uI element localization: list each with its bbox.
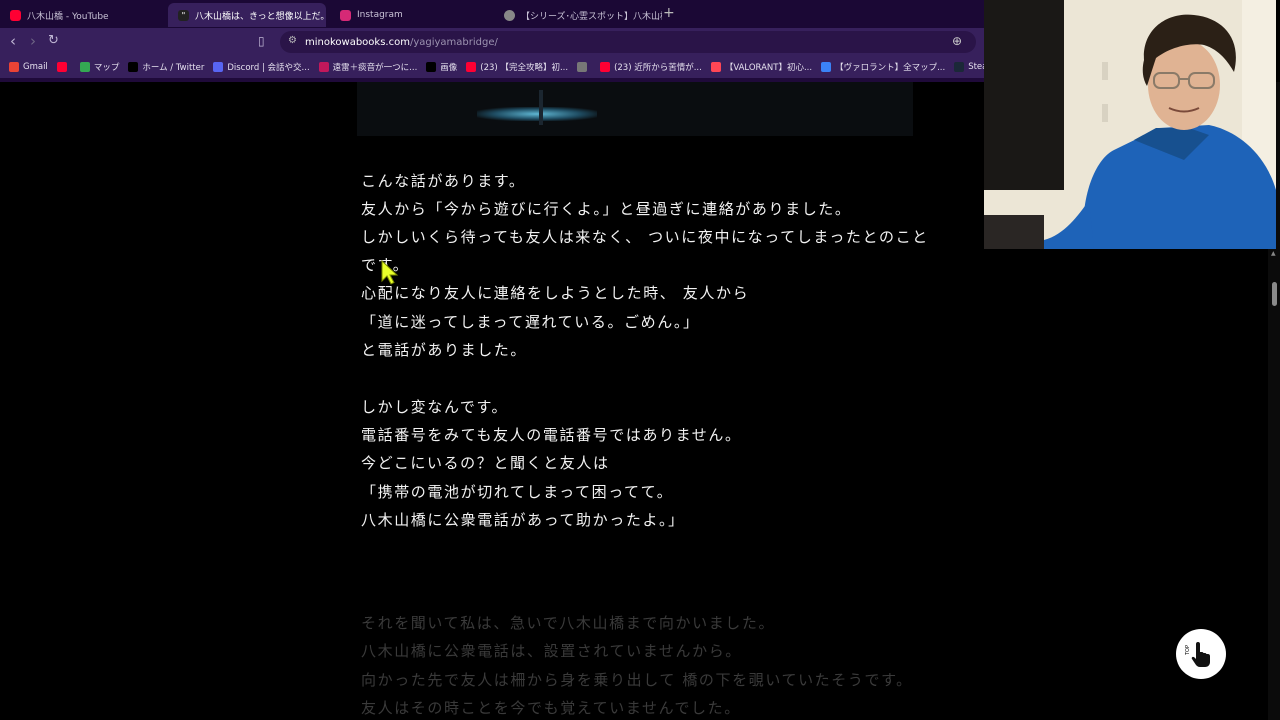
tab-title: Instagram: [357, 10, 403, 20]
story-line: 今どこにいるの？と聞くと友人は: [361, 454, 610, 472]
site-favicon-icon: ": [178, 9, 189, 21]
bookmark-label: Discord | 会話や交...: [227, 63, 310, 73]
bookmark-item[interactable]: 画像: [426, 61, 457, 73]
bookmark-item[interactable]: マップ: [79, 61, 120, 73]
gmail-icon: [9, 62, 19, 72]
story-line: しかし変なんです。: [361, 398, 509, 416]
bookmark-item[interactable]: Discord | 会話や交...: [213, 61, 310, 73]
tab-article[interactable]: " 八木山橋は、きっと想像以上だ。 ✕: [168, 3, 326, 27]
story-line: 心配になり友人に連絡をしようとした時、 友人から: [361, 284, 750, 302]
reload-icon[interactable]: ↻: [48, 33, 59, 48]
valorant-site-icon: [821, 62, 832, 72]
bookmark-label: (23) 【完全攻略】初...: [480, 63, 569, 73]
bookmark-item[interactable]: 【VALORANT】初心...: [710, 61, 813, 73]
scroll-to-top-button[interactable]: TOP: [1176, 629, 1226, 679]
x-icon: [426, 62, 437, 72]
zoom-icon[interactable]: ⊕: [952, 34, 962, 48]
tab-title: 八木山橋 - YouTube: [27, 11, 109, 22]
address-bar[interactable]: ⚙ minokowabooks.com /yagiyamabridge/ ⊕: [280, 31, 976, 53]
bookmark-icon: [318, 62, 329, 72]
story-line: 電話番号をみても友人の電話番号ではありません。: [361, 426, 742, 444]
instagram-icon: [340, 9, 351, 21]
bookmark-item[interactable]: [577, 62, 591, 72]
valorant-icon: [710, 62, 721, 72]
youtube-icon: [10, 9, 21, 21]
browser-chrome: 八木山橋 - YouTube " 八木山橋は、きっと想像以上だ。 ✕ Insta…: [0, 0, 1082, 82]
bookmark-label: 【ヴァロラント】全マップ...: [835, 63, 946, 73]
hero-light: [477, 107, 597, 121]
webcam-person-image: [984, 0, 1276, 249]
tab-youtube[interactable]: 八木山橋 - YouTube: [0, 3, 168, 27]
bookmark-item[interactable]: 遠雷＋痰音が一つに...: [318, 61, 418, 73]
story-line-faded: それを聞いて私は、急いで八木山橋まで向かいました。: [361, 614, 776, 632]
bookmark-star-icon[interactable]: ▯: [258, 34, 265, 48]
story-line: と電話がありました。: [361, 341, 528, 359]
youtube-icon: [466, 62, 477, 72]
tab-strip: 八木山橋 - YouTube " 八木山橋は、きっと想像以上だ。 ✕ Insta…: [0, 0, 984, 28]
bookmark-item[interactable]: ホーム / Twitter: [128, 61, 204, 73]
back-icon[interactable]: ‹: [10, 32, 16, 50]
scroll-top-label: TOP: [1185, 644, 1192, 656]
x-icon: [128, 62, 139, 72]
hero-image: [357, 82, 913, 136]
story-line: 八木山橋に公衆電話があって助かったよ。」: [361, 511, 685, 529]
bookmark-label: 遠雷＋痰音が一つに...: [332, 63, 418, 73]
browser-toolbar: ‹ › ↻ ▯ ⚙ minokowabooks.com /yagiyamabri…: [0, 28, 984, 56]
bookmark-label: Gmail: [23, 62, 48, 72]
story-line-faded: 八木山橋に公衆電話は、設置されていませんから。: [361, 642, 742, 660]
bookmark-item[interactable]: (23) 近所から苦情が...: [600, 61, 702, 73]
tab-title: 【シリーズ･心霊スポット】八木山橋 | ゾゾゾ: [521, 11, 662, 22]
pointing-hand-icon: [1191, 642, 1210, 667]
bookmark-item[interactable]: 【ヴァロラント】全マップ...: [821, 61, 945, 73]
bookmark-label: 【VALORANT】初心...: [724, 63, 813, 73]
bookmarks-bar: Gmail マップ ホーム / Twitter Discord | 会話や交... 遠雷…: [0, 56, 1082, 78]
tab-zozozo[interactable]: 【シリーズ･心霊スポット】八木山橋 | ゾゾゾ: [494, 3, 662, 27]
discord-icon: [213, 62, 224, 72]
bookmark-label: 画像: [440, 63, 458, 73]
new-tab-icon[interactable]: +: [663, 5, 675, 21]
bookmark-item[interactable]: (23) 【完全攻略】初...: [466, 61, 568, 73]
story-line-faded: 友人はその時ことを今でも覚えていませんでした。: [361, 699, 741, 717]
zozozo-icon: [504, 9, 515, 21]
bookmark-label: マップ: [93, 63, 120, 73]
scroll-up-icon[interactable]: ▲: [1271, 250, 1276, 257]
bookmark-label: (23) 近所から苦情が...: [614, 63, 702, 73]
story-line: 「道に迷ってしまって遅れている。ごめん。」: [361, 313, 700, 331]
url-path: /yagiyamabridge/: [409, 36, 498, 48]
story-line: しかしいくら待っても友人は来なく、 ついに夜中になってしまったとのこと: [361, 228, 929, 246]
story-line: 友人から「今から遊びに行くよ。」と昼過ぎに連絡がありました。: [361, 200, 852, 218]
bookmark-item[interactable]: [56, 62, 71, 72]
tab-instagram[interactable]: Instagram: [330, 3, 498, 27]
story-line: こんな話があります。: [361, 172, 526, 190]
bookmark-item[interactable]: Gmail: [9, 62, 48, 72]
scroll-thumb[interactable]: [1272, 282, 1277, 306]
steamdb-icon: [954, 62, 965, 72]
mouse-cursor-icon: [381, 260, 399, 285]
forward-icon[interactable]: ›: [30, 32, 36, 50]
youtube-icon: [600, 62, 611, 72]
url-host: minokowabooks.com: [305, 36, 410, 48]
story-line-faded: 向かった先で友人は柵から身を乗り出して 橋の下を覗いていたそうです。: [361, 671, 913, 689]
bookmark-label: ホーム / Twitter: [142, 63, 205, 73]
story-line: 「携帯の電池が切れてしまって困ってて。: [361, 483, 674, 501]
globe-icon: [577, 62, 588, 72]
tab-title: 八木山橋は、きっと想像以上だ。: [195, 11, 326, 22]
hero-post: [539, 90, 543, 125]
maps-icon: [79, 62, 90, 72]
webcam-overlay: [984, 0, 1276, 249]
site-info-icon[interactable]: ⚙: [288, 35, 297, 46]
youtube-icon: [56, 62, 67, 72]
